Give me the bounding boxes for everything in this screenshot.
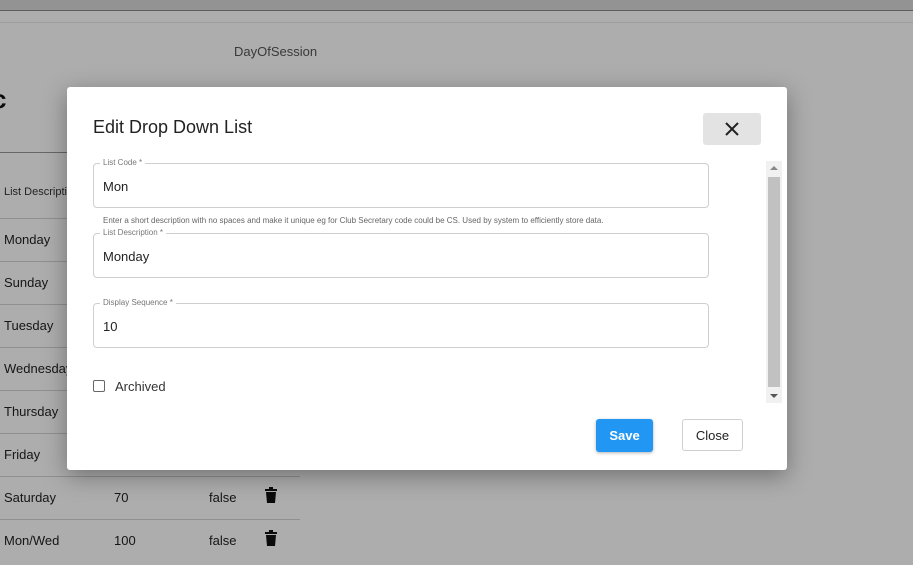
list-description-input[interactable]	[103, 246, 693, 266]
close-button[interactable]: Close	[682, 419, 743, 451]
dialog-close-button[interactable]	[703, 113, 761, 145]
edit-dialog: Edit Drop Down List List Code * Enter a …	[67, 87, 787, 470]
scroll-up-arrow-icon[interactable]	[766, 161, 782, 175]
close-icon	[725, 122, 739, 136]
list-description-field: List Description *	[93, 226, 709, 278]
scroll-down-arrow-icon[interactable]	[766, 389, 782, 403]
dialog-title: Edit Drop Down List	[93, 117, 253, 137]
display-sequence-field: Display Sequence *	[93, 296, 709, 348]
scrollbar-thumb[interactable]	[768, 177, 780, 387]
list-code-helper-text: Enter a short description with no spaces…	[103, 216, 604, 225]
list-code-field: List Code *	[93, 156, 709, 208]
display-sequence-input[interactable]	[103, 316, 693, 336]
list-code-label: List Code *	[100, 156, 146, 170]
display-sequence-label: Display Sequence *	[100, 296, 176, 310]
list-description-label: List Description *	[100, 226, 167, 240]
save-button[interactable]: Save	[596, 419, 653, 452]
archived-label[interactable]: Archived	[115, 379, 166, 394]
list-code-input[interactable]	[103, 176, 693, 196]
archived-checkbox[interactable]	[93, 380, 105, 392]
dialog-scrollbar[interactable]	[766, 161, 782, 403]
